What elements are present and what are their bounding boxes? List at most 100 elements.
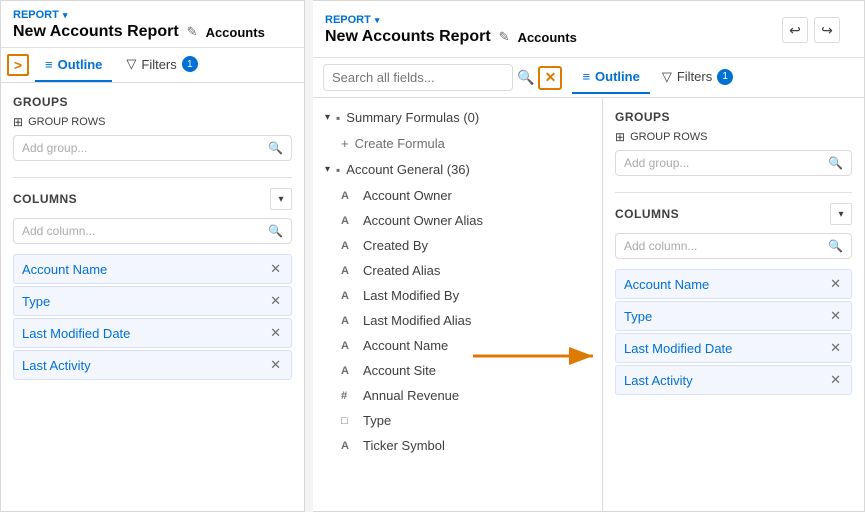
group-search-icon-left: 🔍 [268, 141, 283, 155]
left-column-item-1[interactable]: Type ✕ [13, 286, 292, 316]
mid-separator [305, 0, 313, 512]
outline-panel: Groups ⊞ GROUP ROWS Add group... 🔍 Colum… [603, 98, 864, 511]
tab-filters-left[interactable]: ▽ Filters 1 [116, 48, 207, 82]
right-accounts-badge: Accounts [518, 30, 577, 45]
field-type-icon-8: # [341, 390, 355, 402]
folder-summary-icon: ▪ [336, 111, 340, 125]
field-item-4[interactable]: A Last Modified By [313, 283, 602, 308]
left-add-column-input[interactable]: Add column... 🔍 [13, 218, 292, 244]
left-sidebar-body: Groups ⊞ GROUP ROWS Add group... 🔍 Colum… [1, 83, 304, 511]
table-icon-right: ⊞ [615, 130, 625, 144]
outline-icon-right: ≡ [582, 69, 590, 84]
search-input[interactable] [323, 64, 513, 91]
right-columns-dropdown-btn[interactable]: ▾ [830, 203, 852, 225]
filter-badge-right: 1 [717, 69, 733, 85]
right-groups-title: Groups [615, 110, 852, 124]
field-category-account-general[interactable]: ▾ ▪ Account General (36) [313, 156, 602, 183]
field-type-icon-3: A [341, 265, 355, 277]
tab-outline-left[interactable]: ≡ Outline [35, 49, 112, 82]
field-item-7[interactable]: A Account Site [313, 358, 602, 383]
left-tab-bar: > ≡ Outline ▽ Filters 1 [1, 48, 304, 83]
field-type-icon-7: A [341, 365, 355, 377]
left-edit-icon[interactable]: ✎ [187, 24, 198, 40]
field-item-10[interactable]: A Ticker Symbol [313, 433, 602, 458]
left-remove-col-0[interactable]: ✕ [268, 261, 283, 277]
field-type-icon-5: A [341, 315, 355, 327]
left-group-rows-label: ⊞ GROUP ROWS [13, 115, 292, 129]
right-remove-col-1[interactable]: ✕ [828, 308, 843, 324]
field-type-icon-6: A [341, 340, 355, 352]
left-accounts-badge: Accounts [206, 25, 265, 40]
field-item-5[interactable]: A Last Modified Alias [313, 308, 602, 333]
field-type-icon-0: A [341, 190, 355, 202]
right-add-column-input[interactable]: Add column... 🔍 [615, 233, 852, 259]
right-column-item-3[interactable]: Last Activity ✕ [615, 365, 852, 395]
right-edit-icon[interactable]: ✎ [499, 29, 510, 45]
left-column-item-2[interactable]: Last Modified Date ✕ [13, 318, 292, 348]
right-add-group-input[interactable]: Add group... 🔍 [615, 150, 852, 176]
left-groups-title: Groups [13, 95, 292, 109]
left-header: REPORT ▾ New Accounts Report ✎ Accounts [1, 1, 304, 48]
field-type-icon-9: □ [341, 415, 355, 427]
group-search-icon-right: 🔍 [828, 156, 843, 170]
left-remove-col-3[interactable]: ✕ [268, 357, 283, 373]
left-remove-col-1[interactable]: ✕ [268, 293, 283, 309]
right-remove-col-2[interactable]: ✕ [828, 340, 843, 356]
left-remove-col-2[interactable]: ✕ [268, 325, 283, 341]
undo-button[interactable]: ↩ [782, 17, 808, 43]
right-body: ▾ ▪ Summary Formulas (0) + Create Formul… [313, 98, 864, 511]
close-search-button[interactable]: ✕ [538, 66, 562, 90]
field-list: ▾ ▪ Summary Formulas (0) + Create Formul… [313, 98, 602, 511]
left-report-label: REPORT ▾ [13, 9, 292, 21]
plus-icon: + [341, 136, 349, 151]
search-magnifier-icon: 🔍 [517, 69, 534, 86]
field-item-1[interactable]: A Account Owner Alias [313, 208, 602, 233]
undo-redo-area: ↩ ↪ [782, 9, 852, 51]
right-column-list: Account Name ✕ Type ✕ Last Modified Date… [615, 269, 852, 395]
field-category-summary[interactable]: ▾ ▪ Summary Formulas (0) [313, 104, 602, 131]
redo-button[interactable]: ↪ [814, 17, 840, 43]
left-columns-header: Columns ▾ [13, 188, 292, 210]
field-item-6[interactable]: A Account Name [313, 333, 602, 358]
field-item-2[interactable]: A Created By [313, 233, 602, 258]
right-report-chevron-icon: ▾ [375, 15, 380, 26]
field-item-3[interactable]: A Created Alias [313, 258, 602, 283]
right-group-rows-label: ⊞ GROUP ROWS [615, 130, 852, 144]
left-column-item-3[interactable]: Last Activity ✕ [13, 350, 292, 380]
summary-chevron-icon: ▾ [325, 112, 330, 123]
left-column-list: Account Name ✕ Type ✕ Last Modified Date… [13, 254, 292, 380]
left-column-item-0[interactable]: Account Name ✕ [13, 254, 292, 284]
create-formula-item[interactable]: + Create Formula [313, 131, 602, 156]
tab-outline-right[interactable]: ≡ Outline [572, 61, 649, 94]
right-column-item-2[interactable]: Last Modified Date ✕ [615, 333, 852, 363]
field-type-icon-4: A [341, 290, 355, 302]
field-search-panel: ▾ ▪ Summary Formulas (0) + Create Formul… [313, 98, 603, 511]
filter-icon-left: ▽ [126, 56, 136, 72]
left-columns-title: Columns [13, 192, 77, 206]
account-general-chevron-icon: ▾ [325, 164, 330, 175]
tab-filters-right[interactable]: ▽ Filters 1 [652, 61, 743, 95]
column-search-icon-right: 🔍 [828, 239, 843, 253]
folder-account-icon: ▪ [336, 163, 340, 177]
right-report-title: New Accounts Report [325, 28, 491, 46]
right-remove-col-3[interactable]: ✕ [828, 372, 843, 388]
left-add-group-input[interactable]: Add group... 🔍 [13, 135, 292, 161]
right-report-label: REPORT ▾ [325, 14, 577, 26]
right-columns-title: Columns [615, 207, 679, 221]
right-sidebar-body: Groups ⊞ GROUP ROWS Add group... 🔍 Colum… [603, 98, 864, 511]
column-search-icon-left: 🔍 [268, 224, 283, 238]
right-column-item-1[interactable]: Type ✕ [615, 301, 852, 331]
left-columns-dropdown-btn[interactable]: ▾ [270, 188, 292, 210]
right-header: REPORT ▾ New Accounts Report ✎ Accounts … [313, 1, 864, 58]
filter-icon-right: ▽ [662, 69, 672, 85]
field-item-0[interactable]: A Account Owner [313, 183, 602, 208]
expand-fields-button[interactable]: > [7, 54, 29, 76]
outline-icon-left: ≡ [45, 57, 53, 72]
field-item-8[interactable]: # Annual Revenue [313, 383, 602, 408]
right-remove-col-0[interactable]: ✕ [828, 276, 843, 292]
right-column-item-0[interactable]: Account Name ✕ [615, 269, 852, 299]
field-item-9[interactable]: □ Type [313, 408, 602, 433]
right-columns-header: Columns ▾ [615, 203, 852, 225]
field-type-icon-1: A [341, 215, 355, 227]
left-report-title: New Accounts Report [13, 23, 179, 41]
